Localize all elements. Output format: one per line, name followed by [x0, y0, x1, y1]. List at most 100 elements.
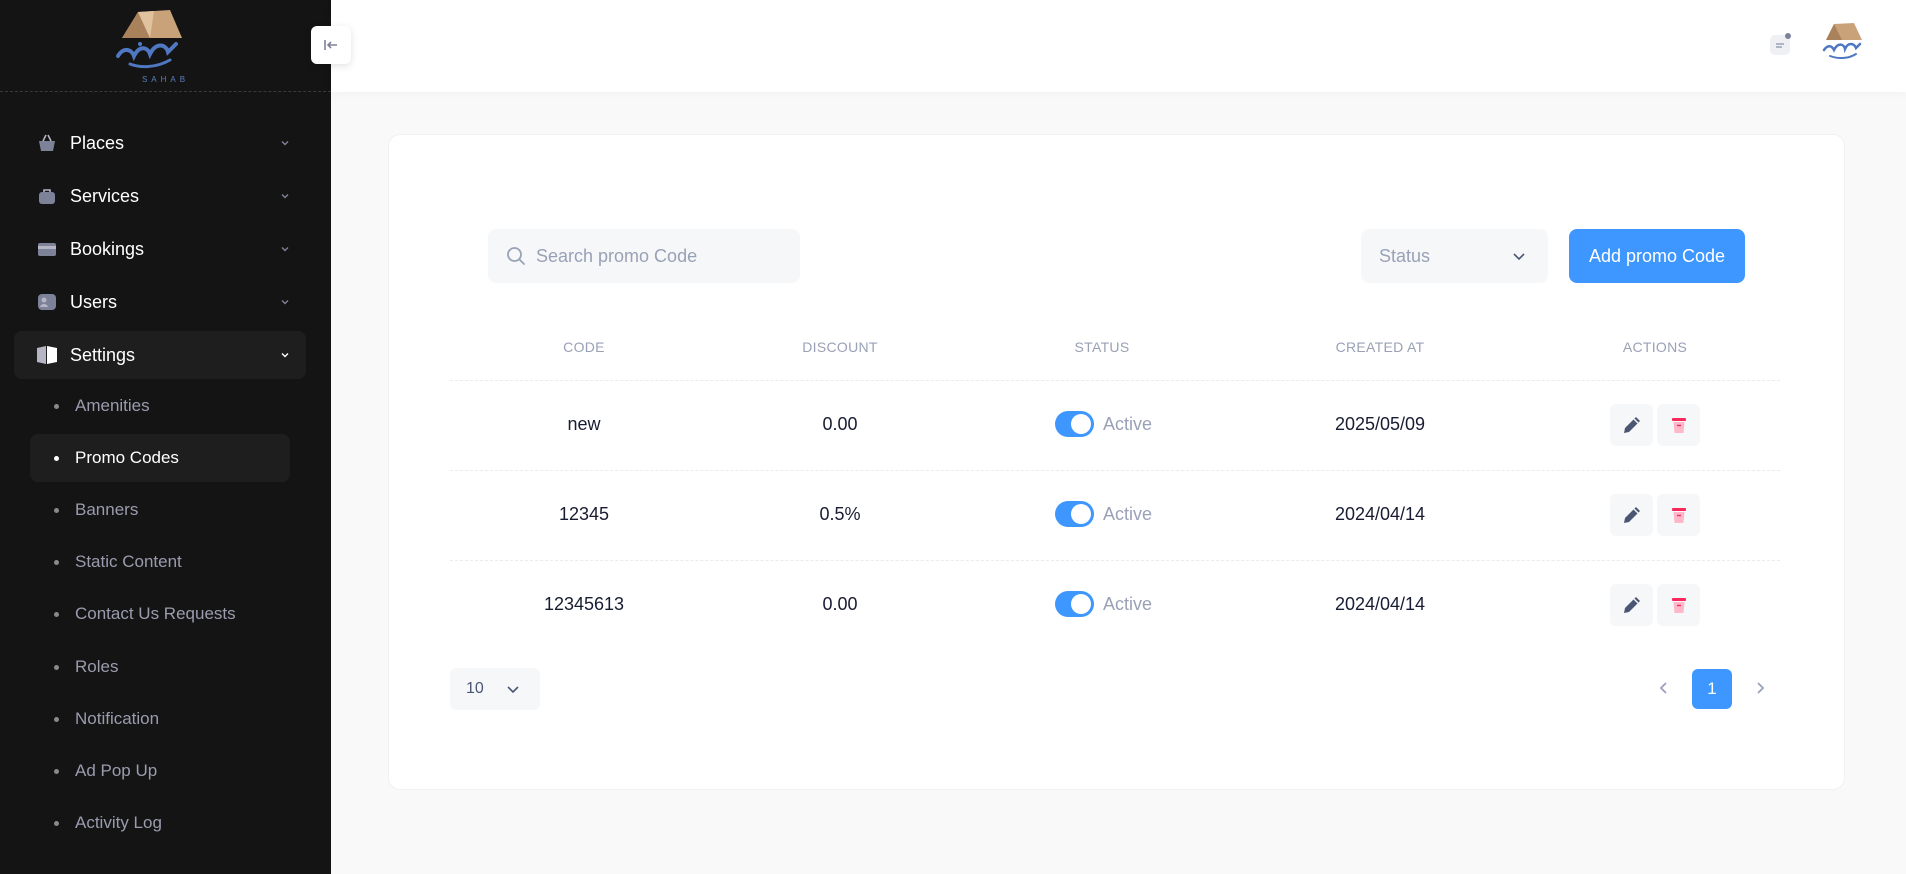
bullet [54, 455, 59, 461]
sidebar-item-services[interactable]: Services [14, 172, 306, 220]
previous-page-icon[interactable] [1654, 677, 1674, 699]
avatar[interactable] [1820, 20, 1866, 68]
search-input[interactable] [536, 229, 786, 283]
column-header-discount[interactable]: DISCOUNT [780, 339, 900, 355]
arrow-left-bar-icon [324, 40, 337, 50]
chevron-down-icon [281, 141, 289, 146]
bullet [54, 611, 59, 617]
sidebar-subitem-label: Promo Codes [75, 448, 179, 467]
sidebar-subitem-label: Amenities [75, 396, 150, 415]
search-box [488, 229, 800, 283]
sidebar-item-label: Settings [70, 344, 136, 365]
discount-cell: 0.00 [822, 414, 858, 434]
edit-button[interactable] [1610, 584, 1653, 626]
delete-button[interactable] [1657, 404, 1700, 446]
created-at-cell: 2024/04/14 [1334, 504, 1426, 524]
row-divider [450, 470, 1780, 471]
page-size-select[interactable]: 10 [450, 668, 540, 710]
sidebar-subitem-amenities[interactable]: Amenities [30, 382, 290, 430]
bullet [54, 820, 59, 826]
sidebar-item-places[interactable]: Places [14, 119, 306, 167]
basket-icon [36, 133, 58, 153]
row-divider [450, 380, 1780, 381]
logo-area: SAHAB [0, 0, 331, 92]
delete-button[interactable] [1657, 494, 1700, 536]
bullet [54, 664, 59, 670]
user-card-icon [36, 292, 58, 312]
edit-button[interactable] [1610, 494, 1653, 536]
sidebar: SAHAB Places Services Bookings Users Set… [0, 0, 351, 874]
sidebar-item-users[interactable]: Users [14, 278, 306, 326]
bullet [54, 403, 59, 409]
page-number-button[interactable]: 1 [1692, 669, 1732, 709]
search-icon [507, 247, 525, 265]
edit-button[interactable] [1610, 404, 1653, 446]
column-header-created-at[interactable]: CREATED AT [1300, 339, 1460, 355]
status-toggle[interactable] [1055, 591, 1094, 617]
bullet [54, 559, 59, 565]
bullet [54, 716, 59, 722]
wallet-icon [36, 239, 58, 259]
column-header-actions: ACTIONS [1622, 339, 1688, 355]
column-header-status[interactable]: STATUS [1042, 339, 1162, 355]
status-toggle[interactable] [1055, 411, 1094, 437]
sidebar-subitem-promo-codes[interactable]: Promo Codes [30, 434, 290, 482]
row-divider [450, 560, 1780, 561]
sidebar-subitem-notification[interactable]: Notification [30, 695, 290, 743]
sidebar-subitem-static-content[interactable]: Static Content [30, 538, 290, 586]
chevron-down-icon [281, 353, 289, 358]
sidebar-subitem-banners[interactable]: Banners [30, 486, 290, 534]
chevron-down-icon [281, 247, 289, 252]
notification-dot [1785, 33, 1791, 39]
sidebar-subitem-label: Notification [75, 709, 160, 728]
chevron-down-icon [507, 686, 519, 694]
trash-icon [1671, 598, 1686, 613]
sidebar-item-label: Bookings [70, 238, 145, 259]
sidebar-subitem-label: Contact Us Requests [75, 604, 236, 623]
code-cell: new [567, 414, 601, 434]
status-text: Active [1103, 594, 1153, 614]
status-filter-label: Status [1379, 246, 1431, 266]
trash-icon [1671, 508, 1686, 523]
discount-cell: 0.00 [822, 594, 858, 614]
chevron-down-icon [281, 194, 289, 199]
sidebar-subitem-label: Banners [75, 500, 139, 519]
column-header-code[interactable]: CODE [534, 339, 634, 355]
code-cell: 12345613 [543, 594, 625, 614]
bullet [54, 768, 59, 774]
sidebar-item-bookings[interactable]: Bookings [14, 225, 306, 273]
pencil-icon [1623, 417, 1640, 433]
sidebar-subitem-label: Static Content [75, 552, 182, 571]
bag-icon [36, 186, 58, 206]
sidebar-item-label: Places [70, 132, 125, 153]
add-promo-code-button[interactable]: Add promo Code [1569, 229, 1745, 283]
status-filter-select[interactable]: Status [1361, 229, 1548, 283]
trash-icon [1671, 418, 1686, 433]
sidebar-subitem-label: Ad Pop Up [75, 761, 158, 780]
next-page-icon[interactable] [1750, 677, 1770, 699]
sidebar-item-label: Users [70, 291, 118, 312]
status-text: Active [1103, 504, 1153, 524]
toggle-knob [1071, 414, 1091, 434]
sidebar-subitem-activity-log[interactable]: Activity Log [30, 799, 290, 847]
created-at-cell: 2025/05/09 [1334, 414, 1426, 434]
bullet [54, 507, 59, 513]
sidebar-subitem-roles[interactable]: Roles [30, 643, 290, 691]
code-cell: 12345 [558, 504, 610, 524]
chevron-down-icon [281, 300, 289, 305]
status-text: Active [1103, 414, 1153, 434]
pencil-icon [1623, 507, 1640, 523]
sidebar-item-label: Services [70, 185, 140, 206]
delete-button[interactable] [1657, 584, 1700, 626]
sidebar-subitem-label: Roles [75, 657, 119, 676]
sidebar-subitem-contact-us-requests[interactable]: Contact Us Requests [30, 590, 290, 638]
created-at-cell: 2024/04/14 [1334, 594, 1426, 614]
discount-cell: 0.5% [819, 504, 861, 524]
chevron-down-icon [1513, 253, 1525, 261]
sidebar-subitem-ad-pop-up[interactable]: Ad Pop Up [30, 747, 290, 795]
sidebar-item-settings[interactable]: Settings [14, 331, 306, 379]
book-icon [36, 345, 58, 365]
status-toggle[interactable] [1055, 501, 1094, 527]
sidebar-collapse-button[interactable] [311, 26, 351, 64]
sidebar-subitem-label: Activity Log [75, 813, 162, 832]
